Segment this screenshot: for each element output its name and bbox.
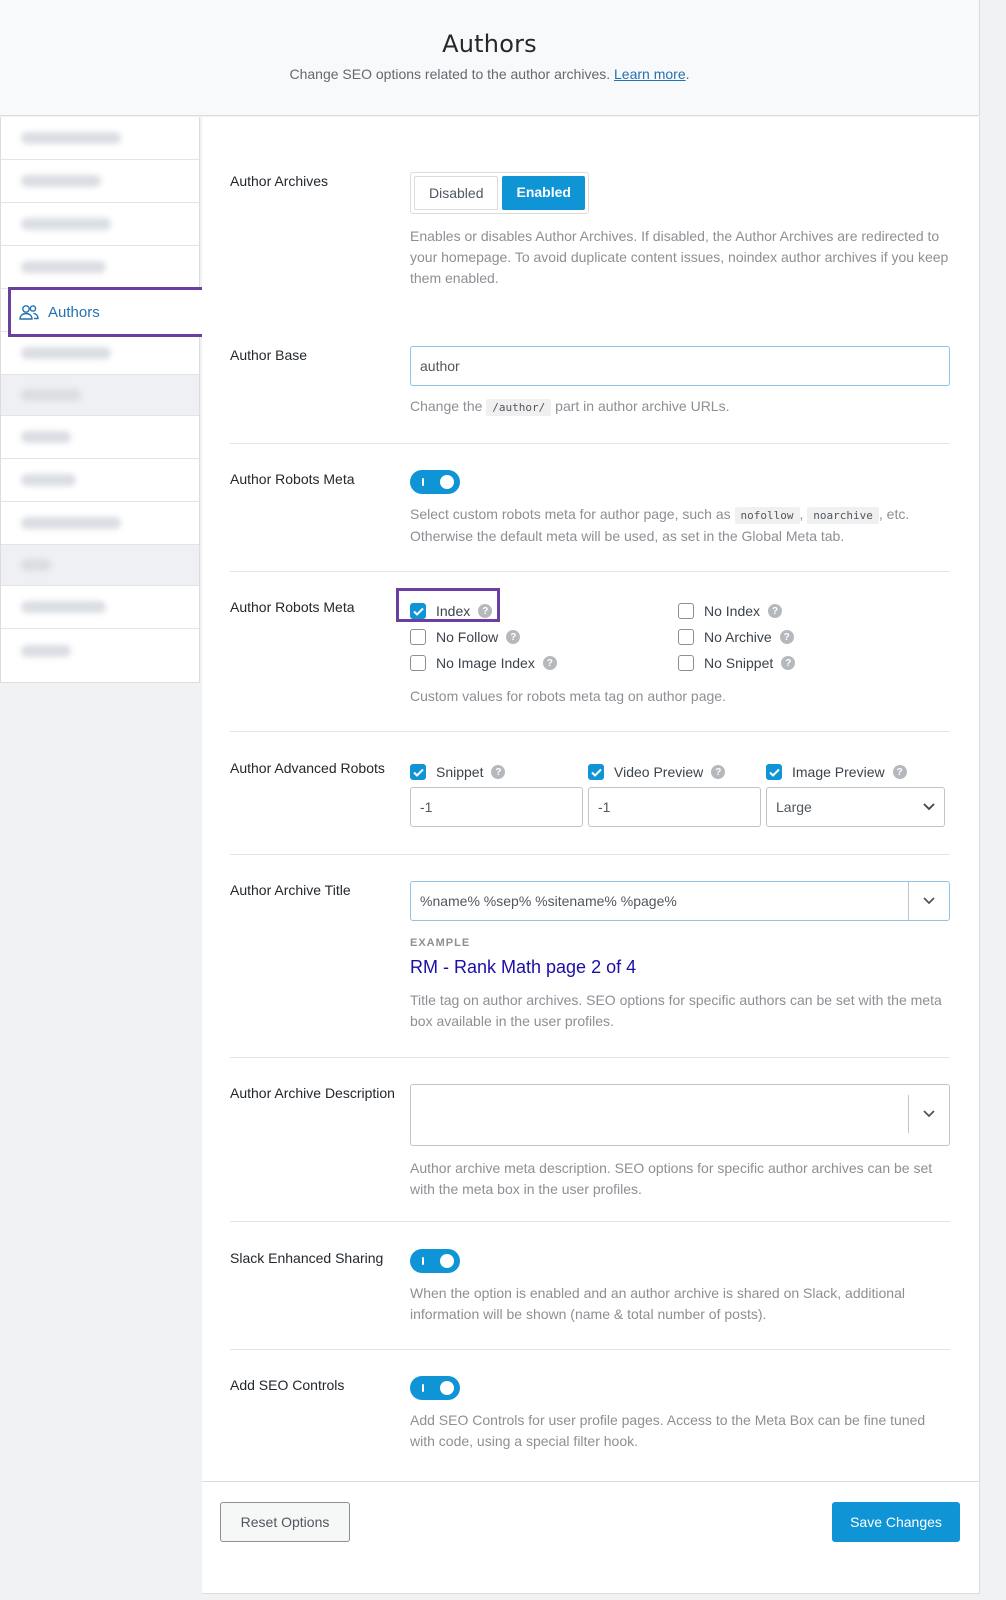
author-base-desc: Change the /author/ part in author archi… [410, 398, 730, 416]
archive-title-label: Author Archive Title [230, 882, 351, 898]
snippet-checkbox[interactable]: Snippet? [410, 759, 583, 785]
divider [230, 731, 950, 732]
image-preview-select[interactable]: Large [766, 787, 945, 827]
sidebar-group-blurred [1, 375, 199, 416]
no-snippet-checkbox[interactable]: No Snippet? [678, 650, 796, 676]
robots-meta-desc: Custom values for robots meta tag on aut… [410, 688, 726, 704]
divider [230, 1057, 950, 1058]
divider [230, 1349, 950, 1350]
divider [230, 1221, 950, 1222]
checkbox[interactable] [410, 655, 426, 671]
slack-desc: When the option is enabled and an author… [410, 1285, 905, 1322]
author-base-label: Author Base [230, 347, 308, 363]
save-changes-button[interactable]: Save Changes [832, 1502, 960, 1542]
divider [230, 443, 950, 444]
help-icon[interactable]: ? [491, 765, 506, 779]
page-title: Authors [442, 30, 537, 58]
slack-label: Slack Enhanced Sharing [230, 1250, 384, 1266]
checkbox-checked[interactable] [410, 764, 426, 780]
enabled-button[interactable]: Enabled [502, 176, 585, 210]
reset-options-button[interactable]: Reset Options [220, 1502, 350, 1542]
seo-controls-toggle[interactable] [410, 1376, 460, 1400]
robots-toggle-label: Author Robots Meta [230, 471, 355, 487]
slack-toggle[interactable] [410, 1249, 460, 1273]
variables-dropdown[interactable] [908, 882, 949, 920]
sidebar-item-blurred[interactable] [1, 629, 199, 672]
help-icon[interactable]: ? [542, 656, 557, 670]
archive-title-input[interactable]: %name% %sep% %sitename% %page% [410, 881, 950, 921]
checkbox[interactable] [678, 655, 694, 671]
sidebar-group-blurred [1, 545, 199, 586]
checkbox[interactable] [410, 629, 426, 645]
checkbox[interactable] [678, 603, 694, 619]
archive-title-desc: Title tag on author archives. SEO option… [410, 992, 942, 1029]
sidebar-item-blurred[interactable] [1, 586, 199, 629]
sidebar-item-blurred[interactable] [1, 502, 199, 545]
page-subtitle: Change SEO options related to the author… [289, 66, 690, 82]
variables-dropdown[interactable] [908, 1095, 949, 1133]
author-archives-desc: Enables or disables Author Archives. If … [410, 228, 949, 286]
no-archive-checkbox[interactable]: No Archive? [678, 624, 795, 650]
robots-toggle-desc: Select custom robots meta for author pag… [410, 506, 910, 544]
author-base-input[interactable]: author [410, 346, 950, 386]
sidebar-item-blurred[interactable] [1, 160, 199, 203]
help-icon[interactable]: ? [506, 630, 521, 644]
archive-description-label: Author Archive Description [230, 1085, 395, 1101]
index-highlight [396, 588, 500, 622]
disabled-button[interactable]: Disabled [414, 176, 499, 210]
sidebar-item-blurred[interactable] [1, 203, 199, 246]
chevron-down-icon [923, 1110, 935, 1118]
users-icon [19, 305, 39, 320]
divider [230, 571, 950, 572]
chevron-down-icon [923, 803, 935, 811]
robots-meta-toggle[interactable] [410, 470, 460, 494]
sidebar [0, 117, 200, 683]
seo-controls-label: Add SEO Controls [230, 1377, 345, 1393]
no-follow-checkbox[interactable]: No Follow? [410, 624, 678, 650]
help-icon[interactable]: ? [781, 656, 796, 670]
sidebar-item-blurred[interactable] [1, 246, 199, 289]
archive-description-textarea[interactable] [410, 1084, 950, 1146]
footer-divider [202, 1481, 980, 1482]
sidebar-item-blurred[interactable] [1, 332, 199, 375]
sidebar-item-blurred[interactable] [1, 117, 199, 160]
help-icon[interactable]: ? [779, 630, 794, 644]
example-label: EXAMPLE [410, 937, 471, 949]
archive-description-desc: Author archive meta description. SEO opt… [410, 1160, 933, 1197]
author-archives-label: Author Archives [230, 173, 329, 189]
video-preview-checkbox[interactable]: Video Preview? [588, 759, 761, 785]
sidebar-item-authors[interactable]: Authors [8, 287, 208, 337]
sidebar-item-blurred[interactable] [1, 459, 199, 502]
checkbox-checked[interactable] [766, 764, 782, 780]
author-archives-switch: Disabled Enabled [410, 172, 589, 214]
seo-controls-desc: Add SEO Controls for user profile pages.… [410, 1412, 926, 1449]
help-icon[interactable]: ? [711, 765, 726, 779]
snippet-input[interactable]: -1 [410, 787, 583, 827]
robots-meta-label: Author Robots Meta [230, 599, 355, 615]
sidebar-item-blurred[interactable] [1, 416, 199, 459]
settings-panel: Author Archives Disabled Enabled Enables… [202, 117, 980, 1594]
video-preview-input[interactable]: -1 [588, 787, 761, 827]
chevron-down-icon [923, 897, 935, 905]
sidebar-item-label: Authors [48, 303, 100, 321]
help-icon[interactable]: ? [768, 604, 783, 618]
checkbox-checked[interactable] [588, 764, 604, 780]
example-title: RM - Rank Math page 2 of 4 [410, 957, 637, 977]
page-header: Authors Change SEO options related to th… [0, 0, 980, 116]
image-preview-checkbox[interactable]: Image Preview? [766, 759, 945, 785]
checkbox[interactable] [678, 629, 694, 645]
help-icon[interactable]: ? [892, 765, 907, 779]
divider [230, 854, 950, 855]
advanced-robots-label: Author Advanced Robots [230, 760, 385, 776]
no-index-checkbox[interactable]: No Index? [678, 598, 795, 624]
learn-more-link[interactable]: Learn more [614, 66, 686, 82]
no-image-index-checkbox[interactable]: No Image Index? [410, 650, 678, 676]
